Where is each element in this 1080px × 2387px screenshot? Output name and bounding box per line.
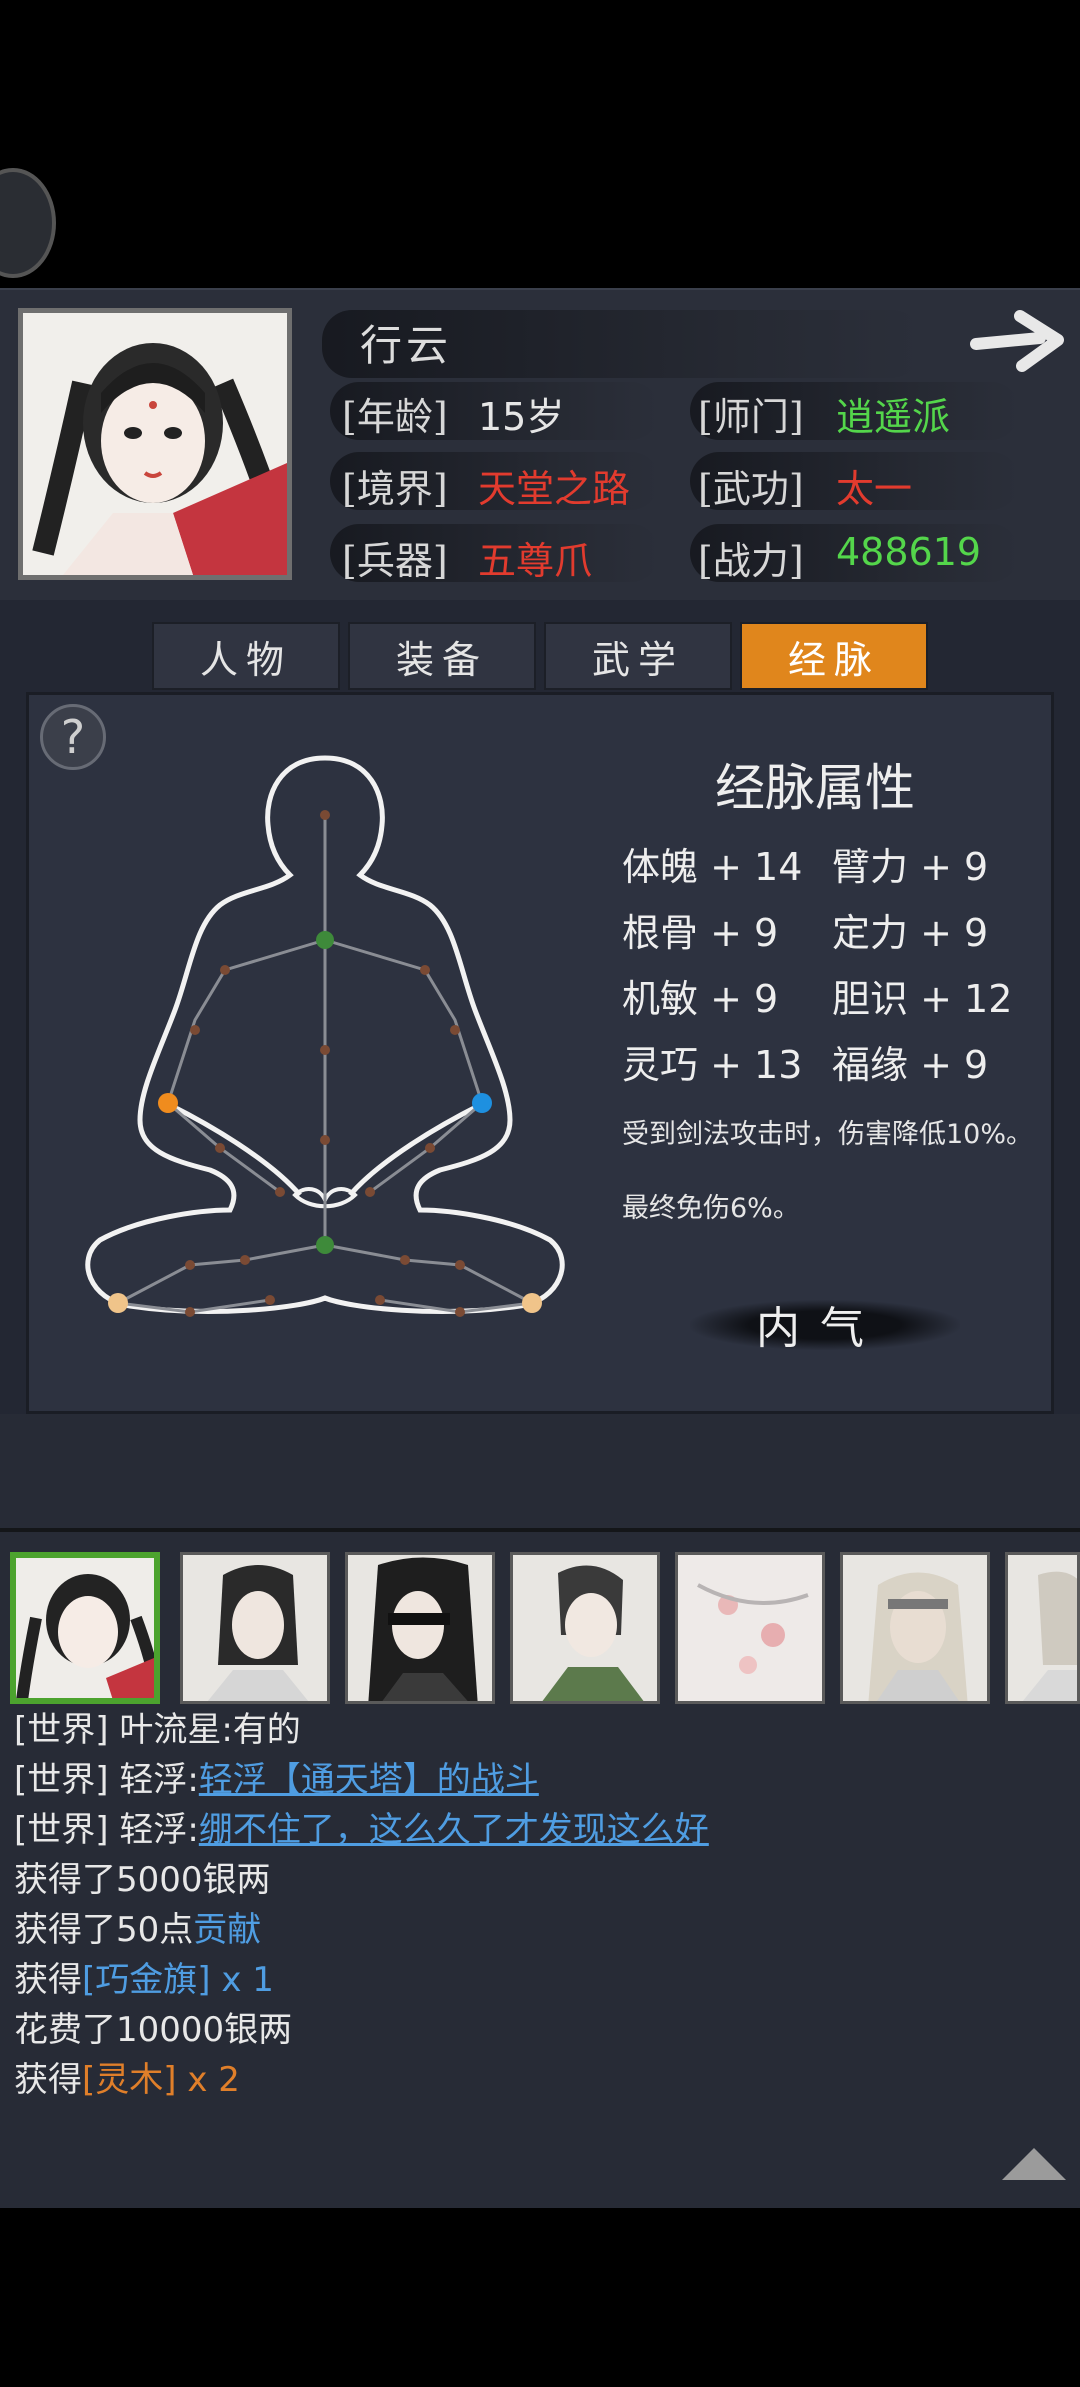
attr-name: 福缘 bbox=[832, 1043, 909, 1087]
log-text: 获得了50点 bbox=[14, 1910, 194, 1950]
log-text: 获得 bbox=[14, 2060, 82, 2100]
attr-value: + 9 bbox=[710, 977, 779, 1021]
chat-line: [世界] 叶流星:有的 bbox=[14, 1702, 301, 1751]
attr-jimin: 机敏 + 9 bbox=[622, 968, 778, 1023]
chat-message-link[interactable]: 绷不住了，这么久了才发现这么好 bbox=[199, 1810, 709, 1850]
party-member-7[interactable] bbox=[1005, 1552, 1080, 1704]
attr-name: 体魄 bbox=[622, 845, 699, 889]
divider bbox=[0, 1528, 1080, 1532]
party-member-4[interactable] bbox=[510, 1552, 660, 1704]
tab-martial-arts[interactable]: 武学 bbox=[544, 622, 732, 690]
attr-fuyuan: 福缘 + 9 bbox=[832, 1034, 988, 1089]
chat-line: [世界] 轻浮:绷不住了，这么久了才发现这么好 bbox=[14, 1802, 709, 1851]
tab-meridians[interactable]: 经脉 bbox=[740, 622, 928, 690]
attr-value: + 9 bbox=[920, 1043, 989, 1087]
item-qty: x 1 bbox=[210, 1960, 274, 2000]
expand-chat-arrow-icon[interactable] bbox=[1002, 2148, 1066, 2180]
inner-qi-button[interactable]: 内气 bbox=[680, 1292, 960, 1356]
corner-menu-button[interactable] bbox=[0, 168, 56, 278]
party-member-5[interactable] bbox=[675, 1552, 825, 1704]
chat-channel: [世界] bbox=[14, 1810, 109, 1850]
attr-value: + 13 bbox=[710, 1043, 803, 1087]
weapon-label: [兵器] bbox=[342, 539, 448, 583]
attr-dingli: 定力 + 9 bbox=[832, 902, 988, 957]
log-silver-spent: 花费了10000银两 bbox=[14, 2010, 293, 2050]
meridian-effect-2: 最终免伤6%。 bbox=[622, 1193, 800, 1224]
next-character-arrow-icon[interactable] bbox=[970, 308, 1066, 374]
character-header: 行云 [年龄] 15岁 [师门] 逍遥派 [境界] 天堂之路 [武功] 太一 [… bbox=[0, 288, 1080, 602]
chat-channel: [世界] bbox=[14, 1760, 109, 1800]
power-label: [战力] bbox=[698, 539, 804, 583]
party-member-3[interactable] bbox=[345, 1552, 495, 1704]
sect-label: [师门] bbox=[698, 395, 804, 439]
log-item-wood: 获得[灵木] x 2 bbox=[14, 2052, 240, 2101]
attr-value: + 12 bbox=[920, 977, 1013, 1021]
party-member-1-selected[interactable] bbox=[10, 1552, 160, 1704]
attr-name: 胆识 bbox=[832, 977, 909, 1021]
item-flag-link[interactable]: [巧金旗] bbox=[82, 1960, 211, 2000]
attr-name: 臂力 bbox=[832, 845, 909, 889]
attr-value: + 9 bbox=[920, 911, 989, 955]
age-label: [年龄] bbox=[342, 395, 448, 439]
attr-gengu: 根骨 + 9 bbox=[622, 902, 778, 957]
party-member-6[interactable] bbox=[840, 1552, 990, 1704]
attr-lingqiao: 灵巧 + 13 bbox=[622, 1034, 802, 1089]
chat-channel: [世界] bbox=[14, 1710, 109, 1750]
contribution-link[interactable]: 贡献 bbox=[193, 1910, 261, 1950]
sect-value: 逍遥派 bbox=[836, 395, 951, 439]
log-silver-gain: 获得了5000银两 bbox=[14, 1860, 271, 1900]
log-contribution: 获得了50点贡献 bbox=[14, 1902, 261, 1951]
log-item-flag: 获得[巧金旗] x 1 bbox=[14, 1952, 274, 2001]
character-portrait[interactable] bbox=[18, 308, 292, 580]
chat-speaker[interactable]: 叶流星: bbox=[119, 1710, 232, 1750]
power-value: 488619 bbox=[836, 530, 982, 574]
attr-tipo: 体魄 + 14 bbox=[622, 836, 802, 891]
log-text: 获得 bbox=[14, 1960, 82, 2000]
attr-value: + 9 bbox=[920, 845, 989, 889]
item-wood-link[interactable]: [灵木] bbox=[82, 2060, 177, 2100]
attr-name: 灵巧 bbox=[622, 1043, 699, 1087]
tab-equipment[interactable]: 装备 bbox=[348, 622, 536, 690]
attr-name: 根骨 bbox=[622, 911, 699, 955]
martial-label: [武功] bbox=[698, 467, 804, 511]
martial-value: 太一 bbox=[836, 467, 913, 511]
attr-danshi: 胆识 + 12 bbox=[832, 968, 1012, 1023]
item-qty: x 2 bbox=[176, 2060, 240, 2100]
attr-value: + 14 bbox=[710, 845, 803, 889]
realm-label: [境界] bbox=[342, 467, 448, 511]
age-value: 15岁 bbox=[478, 395, 565, 439]
tab-character[interactable]: 人物 bbox=[152, 622, 340, 690]
character-name: 行云 bbox=[360, 321, 453, 370]
weapon-value: 五尊爪 bbox=[478, 539, 593, 583]
party-member-2[interactable] bbox=[180, 1552, 330, 1704]
attr-name: 定力 bbox=[832, 911, 909, 955]
meridian-body-diagram bbox=[85, 755, 565, 1317]
chat-message: 有的 bbox=[232, 1710, 301, 1750]
chat-message-link[interactable]: 轻浮【通天塔】的战斗 bbox=[199, 1760, 539, 1800]
attr-name: 机敏 bbox=[622, 977, 699, 1021]
attr-bili: 臂力 + 9 bbox=[832, 836, 988, 891]
chat-speaker[interactable]: 轻浮: bbox=[119, 1810, 198, 1850]
meridian-effect-1: 受到剑法攻击时，伤害降低10%。 bbox=[622, 1119, 1034, 1150]
meridian-attributes-title: 经脉属性 bbox=[715, 759, 915, 817]
chat-line: [世界] 轻浮:轻浮【通天塔】的战斗 bbox=[14, 1752, 539, 1801]
realm-value: 天堂之路 bbox=[478, 467, 631, 511]
chat-speaker[interactable]: 轻浮: bbox=[119, 1760, 198, 1800]
attr-value: + 9 bbox=[710, 911, 779, 955]
